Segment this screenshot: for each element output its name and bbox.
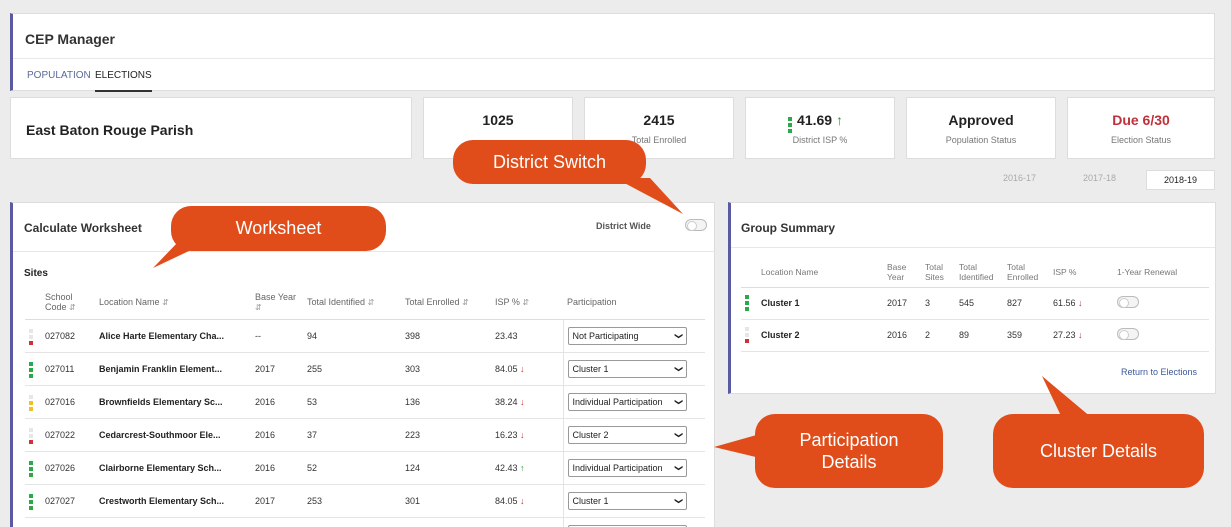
participation-pointer [714,434,760,458]
callout-worksheet: Worksheet [171,206,386,251]
cluster-pointer [1042,376,1092,418]
callout-participation: Participation Details [755,414,943,488]
callout-district-switch: District Switch [453,140,646,184]
callout-cluster: Cluster Details [993,414,1204,488]
